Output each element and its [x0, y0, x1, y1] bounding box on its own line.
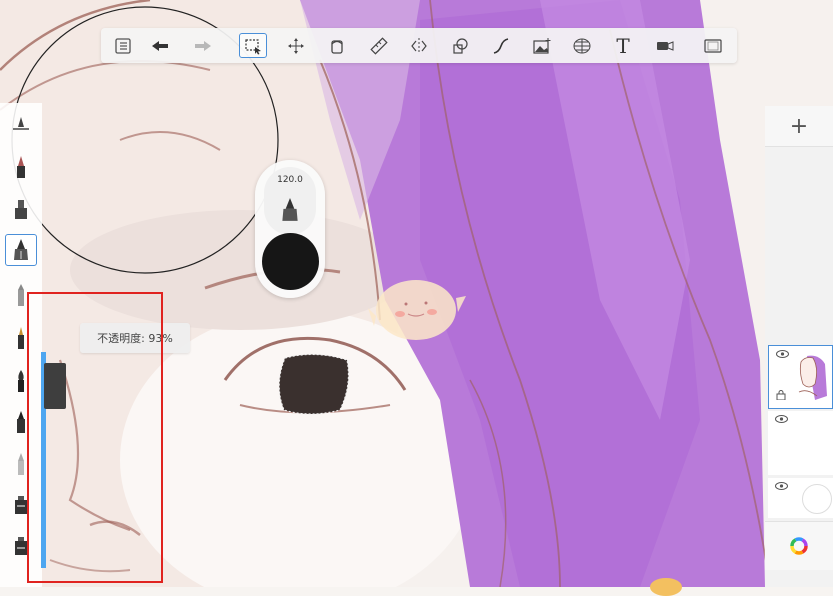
list-icon[interactable]: [109, 33, 137, 58]
lock-icon[interactable]: [776, 390, 786, 400]
layer-preview-thumbnail: [798, 355, 827, 400]
marker-brush-icon[interactable]: [5, 193, 37, 225]
annotation-highlight-box: [27, 292, 163, 583]
undo-icon[interactable]: [146, 33, 174, 58]
background-color-swatch[interactable]: [802, 484, 832, 514]
layer-thumbnail-background[interactable]: [768, 478, 833, 518]
color-wheel-icon: [790, 537, 808, 555]
video-icon[interactable]: [651, 33, 679, 58]
shapes-icon[interactable]: [446, 33, 474, 58]
layer-thumbnail-empty[interactable]: [768, 411, 833, 475]
pencil-brush-icon[interactable]: [5, 151, 37, 183]
redo-icon[interactable]: [189, 33, 217, 58]
bucket-icon[interactable]: [323, 33, 351, 58]
selection-icon[interactable]: [239, 33, 267, 58]
curve-icon[interactable]: [487, 33, 515, 58]
visibility-eye-icon[interactable]: [775, 482, 788, 490]
perspective-icon[interactable]: [568, 33, 596, 58]
visibility-eye-icon[interactable]: [776, 350, 789, 358]
top-toolbar: T: [101, 28, 737, 63]
brush-size-puck[interactable]: 120.0: [255, 160, 325, 298]
current-color-swatch[interactable]: [262, 233, 319, 290]
plus-icon: +: [789, 113, 809, 139]
brush-size-value: 120.0: [277, 175, 303, 185]
symmetry-icon[interactable]: [405, 33, 433, 58]
color-wheel-button[interactable]: [765, 521, 833, 570]
text-icon[interactable]: T: [609, 33, 637, 58]
image-icon[interactable]: [528, 33, 556, 58]
fullscreen-icon[interactable]: [699, 33, 727, 58]
add-layer-button[interactable]: +: [765, 106, 833, 147]
ruler-icon[interactable]: [365, 33, 393, 58]
layer-thumbnail-artwork[interactable]: [768, 345, 833, 409]
watermark-mascot: [368, 280, 466, 340]
ink-pen-brush-icon[interactable]: [5, 234, 37, 266]
brush-preview-icon: [282, 198, 298, 221]
brush-library-icon[interactable]: [5, 108, 37, 140]
touch-pointer: [650, 578, 682, 596]
move-icon[interactable]: [282, 33, 310, 58]
visibility-eye-icon[interactable]: [775, 415, 788, 423]
brush-size-control[interactable]: 120.0: [264, 167, 316, 235]
layers-panel: +: [765, 106, 833, 587]
